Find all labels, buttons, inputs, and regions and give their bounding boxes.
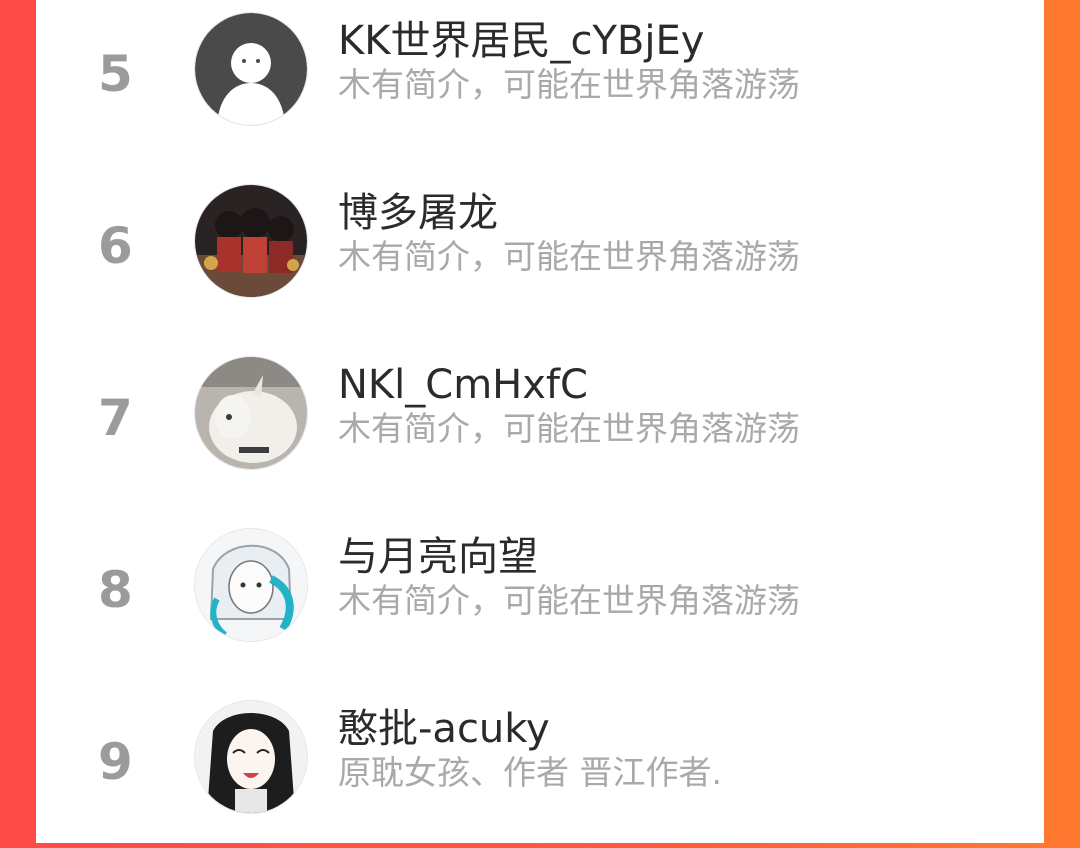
list-item[interactable]: 6 博多屠龙 木有简介，可能在世界角落游荡 [36,160,1044,332]
goat-photo-avatar-icon[interactable] [194,356,308,470]
list-item[interactable]: 9 憨批-acuky 原耽女孩、作者 晋江作者. [36,676,1044,848]
rank-number: 9 [98,733,133,791]
username[interactable]: 与月亮向望 [338,534,800,580]
username[interactable]: KK世界居民_cYBjEy [338,18,800,64]
user-bio: 木有简介，可能在世界角落游荡 [338,237,800,276]
list-item[interactable]: 5 KK世界居民_cYBjEy 木有简介，可能在世界角落游荡 [36,0,1044,160]
anime-girl-avatar-icon[interactable] [194,700,308,814]
username[interactable]: 憨批-acuky [338,706,722,752]
list-item[interactable]: 7 NKl_CmHxfC 木有简介，可能在世界角落游荡 [36,332,1044,504]
default-person-avatar-icon[interactable] [194,12,308,126]
username[interactable]: 博多屠龙 [338,190,800,236]
user-bio: 木有简介，可能在世界角落游荡 [338,409,800,448]
ranking-list-panel: 5 KK世界居民_cYBjEy 木有简介，可能在世界角落游荡 6 博多屠龙 木有… [36,0,1044,843]
username[interactable]: NKl_CmHxfC [338,362,800,408]
rank-number: 8 [98,561,133,619]
user-bio: 木有简介，可能在世界角落游荡 [338,581,800,620]
list-item[interactable]: 8 与月亮向望 木有简介，可能在世界角落游荡 [36,504,1044,676]
group-illustration-avatar-icon[interactable] [194,184,308,298]
rank-number: 5 [98,45,133,103]
rank-number: 6 [98,217,133,275]
rank-number: 7 [98,389,133,447]
anime-character-avatar-icon[interactable] [194,528,308,642]
user-bio: 木有简介，可能在世界角落游荡 [338,65,800,104]
user-bio: 原耽女孩、作者 晋江作者. [338,753,722,792]
